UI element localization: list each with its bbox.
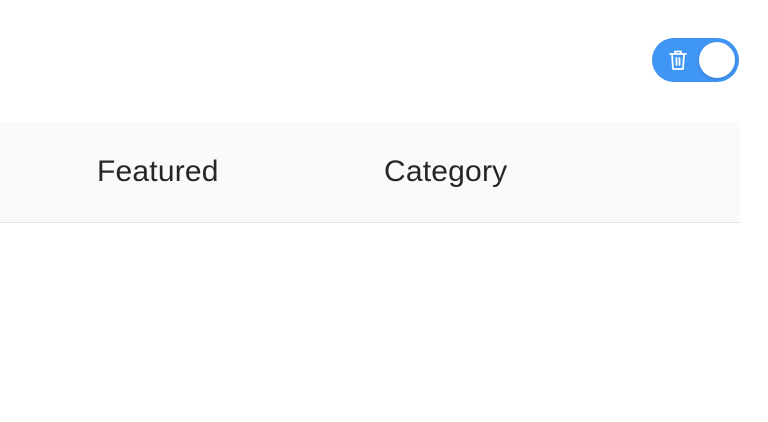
- column-header-category[interactable]: Category: [384, 122, 507, 222]
- toggle-knob: [699, 42, 735, 78]
- table-header: Featured Category: [0, 122, 740, 223]
- page: Featured Category: [0, 0, 768, 422]
- trash-icon: [666, 48, 690, 72]
- column-header-featured[interactable]: Featured: [97, 122, 219, 222]
- trash-toggle-switch[interactable]: [652, 38, 739, 82]
